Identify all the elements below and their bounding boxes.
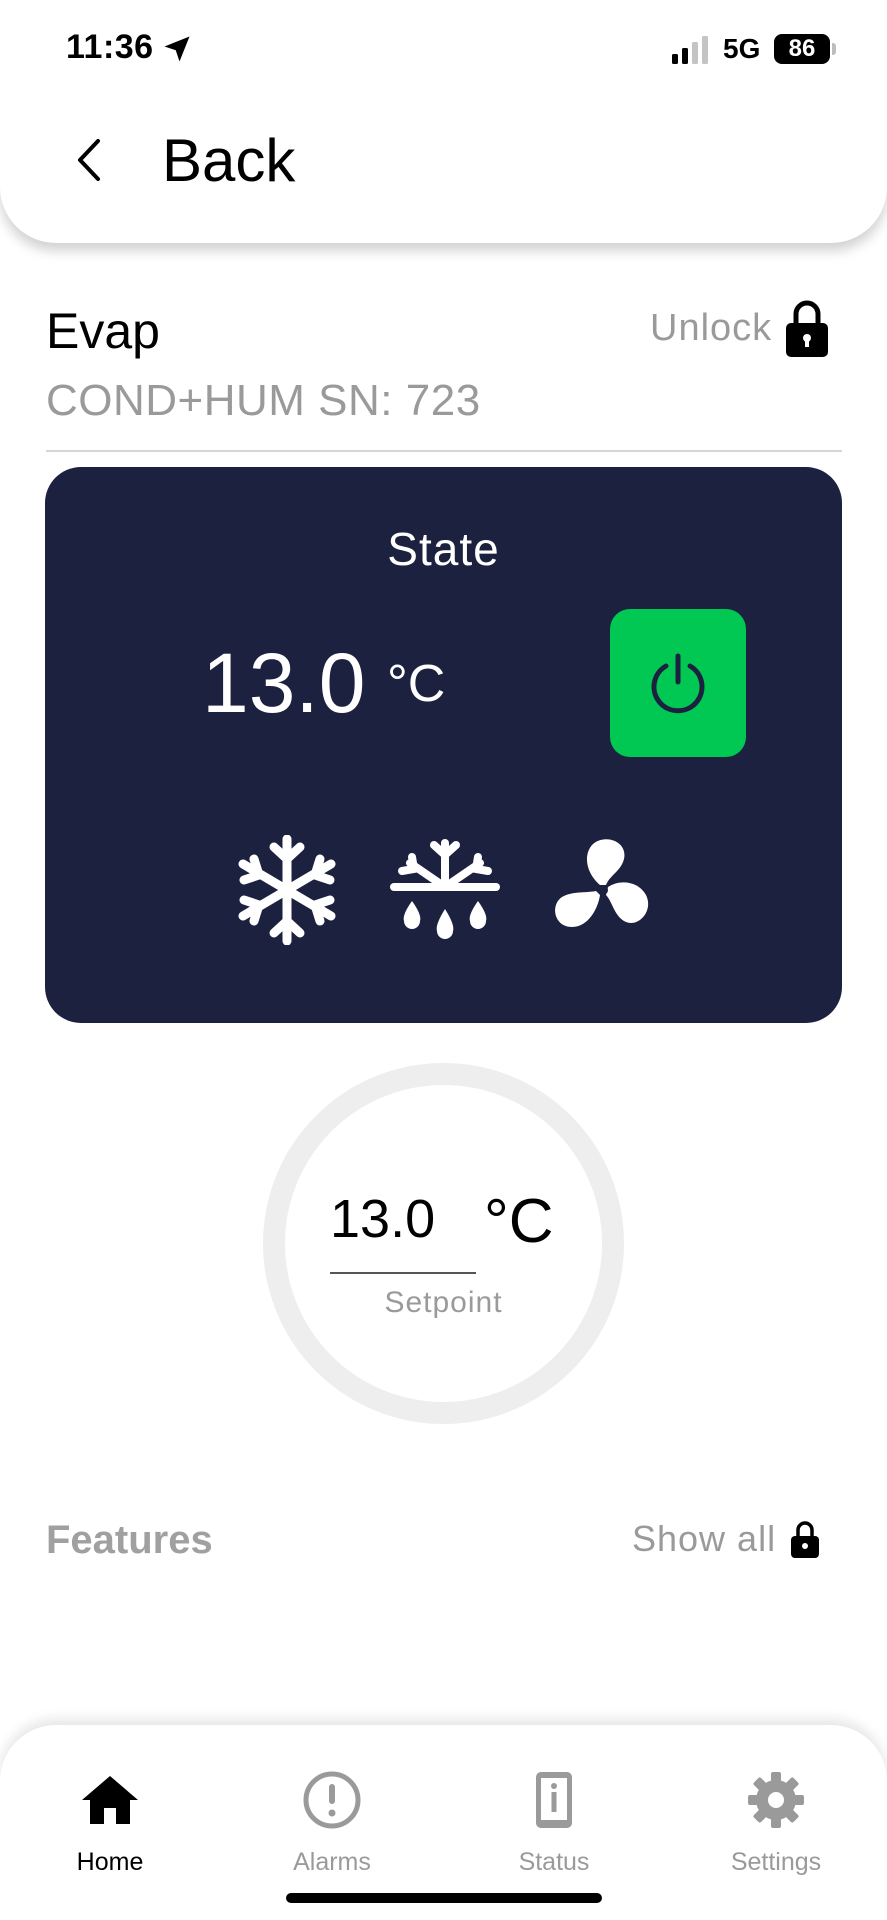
setpoint-label: Setpoint — [384, 1286, 503, 1319]
cellular-signal-icon — [672, 36, 708, 64]
status-bar: 11:36 5G 86 — [0, 0, 887, 100]
nav-label-settings: Settings — [730, 1848, 822, 1876]
back-button[interactable]: Back — [70, 118, 295, 202]
setpoint-value-input[interactable]: 13.0 — [330, 1188, 435, 1250]
setpoint-underline — [330, 1272, 476, 1274]
battery-nub — [832, 43, 836, 55]
info-device-icon — [536, 1772, 572, 1828]
state-title: State — [387, 523, 500, 575]
show-all-label: Show all — [632, 1518, 777, 1559]
unlock-label: Unlock — [650, 306, 773, 349]
setpoint-unit: °C — [484, 1187, 554, 1256]
state-card: State 13.0 °C — [45, 467, 842, 1023]
nav-label-home: Home — [76, 1848, 144, 1876]
back-label: Back — [162, 126, 296, 194]
nav-label-alarms: Alarms — [293, 1848, 371, 1876]
nav-alarms[interactable]: Alarms — [242, 1770, 422, 1877]
nav-status[interactable]: Status — [464, 1770, 644, 1877]
home-icon — [82, 1776, 138, 1824]
current-temperature-unit: °C — [387, 655, 446, 713]
device-name: Evap — [46, 303, 160, 359]
lock-icon — [791, 1521, 820, 1558]
defrost-drops-icon — [390, 839, 500, 939]
location-arrow-icon — [164, 36, 190, 62]
gear-icon — [748, 1772, 804, 1828]
setpoint-dial[interactable] — [263, 1063, 624, 1424]
nav-settings[interactable]: Settings — [686, 1770, 866, 1877]
snowflake-icon — [238, 835, 336, 945]
lock-icon — [786, 300, 829, 357]
features-title: Features — [46, 1518, 213, 1562]
bottom-nav: Home Alarms Status Settings — [0, 1725, 887, 1920]
power-icon — [651, 653, 705, 714]
current-temperature: 13.0 — [202, 636, 366, 730]
unlock-button[interactable]: Unlock — [650, 298, 830, 358]
nav-label-status: Status — [518, 1848, 590, 1876]
status-time: 11:36 — [66, 28, 154, 66]
device-subtitle: COND+HUM SN: 723 — [46, 376, 481, 425]
network-type: 5G — [723, 33, 761, 64]
battery-indicator: 86 — [774, 34, 830, 64]
chevron-left-icon — [78, 139, 100, 181]
nav-home[interactable]: Home — [20, 1770, 200, 1877]
home-indicator — [286, 1893, 602, 1903]
alert-icon — [303, 1771, 361, 1829]
power-button[interactable] — [610, 609, 746, 757]
fan-icon — [555, 839, 649, 927]
show-all-button[interactable]: Show all — [632, 1518, 820, 1560]
divider — [46, 450, 842, 452]
